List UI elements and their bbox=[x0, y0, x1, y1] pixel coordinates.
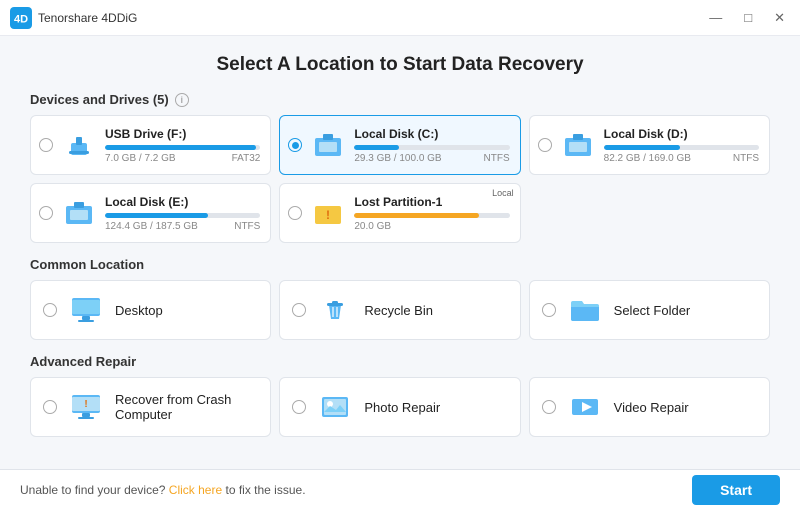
drive-size-lost: 20.0 GB bbox=[354, 221, 509, 232]
lost-partition-icon: ! bbox=[310, 195, 346, 231]
drive-bar-wrap-d bbox=[604, 145, 759, 150]
window-controls: — □ ✕ bbox=[704, 8, 790, 28]
titlebar: 4D Tenorshare 4DDiG — □ ✕ bbox=[0, 0, 800, 36]
local-disk-e-icon bbox=[61, 195, 97, 231]
close-button[interactable]: ✕ bbox=[769, 8, 790, 28]
drive-name-e: Local Disk (E:) bbox=[105, 195, 260, 209]
local-disk-c-icon bbox=[310, 127, 346, 163]
video-label: Video Repair bbox=[614, 400, 689, 415]
maximize-button[interactable]: □ bbox=[739, 8, 757, 27]
drive-radio-c[interactable] bbox=[288, 138, 302, 152]
svg-text:!: ! bbox=[84, 399, 87, 410]
drive-bar-lost bbox=[354, 213, 478, 218]
drive-radio-lost[interactable] bbox=[288, 206, 302, 220]
svg-text:!: ! bbox=[326, 208, 330, 222]
desktop-icon bbox=[67, 291, 105, 329]
drive-name-c: Local Disk (C:) bbox=[354, 127, 509, 141]
drive-card-d[interactable]: Local Disk (D:) 82.2 GB / 169.0 GB NTFS bbox=[529, 115, 770, 175]
drive-info-lost: Lost Partition-1 20.0 GB bbox=[354, 195, 509, 232]
local-badge: Local bbox=[492, 188, 514, 198]
video-repair-icon bbox=[566, 388, 604, 426]
drive-bar-e bbox=[105, 213, 208, 218]
location-card-recycle[interactable]: Recycle Bin bbox=[279, 280, 520, 340]
location-card-desktop[interactable]: Desktop bbox=[30, 280, 271, 340]
recycle-label: Recycle Bin bbox=[364, 303, 433, 318]
drive-card-e[interactable]: Local Disk (E:) 124.4 GB / 187.5 GB NTFS bbox=[30, 183, 271, 243]
footer: Unable to find your device? Click here t… bbox=[0, 469, 800, 509]
drive-grid: USB Drive (F:) 7.0 GB / 7.2 GB FAT32 bbox=[30, 115, 770, 243]
footer-text: Unable to find your device? Click here t… bbox=[20, 483, 306, 497]
common-section-label: Common Location bbox=[30, 257, 770, 272]
drive-bar-wrap-usb bbox=[105, 145, 260, 150]
location-card-crash[interactable]: ! Recover from Crash Computer bbox=[30, 377, 271, 437]
drive-info-c: Local Disk (C:) 29.3 GB / 100.0 GB NTFS bbox=[354, 127, 509, 164]
drive-bar-d bbox=[604, 145, 680, 150]
recycle-bin-icon bbox=[316, 291, 354, 329]
drive-info-d: Local Disk (D:) 82.2 GB / 169.0 GB NTFS bbox=[604, 127, 759, 164]
drive-bar-wrap-e bbox=[105, 213, 260, 218]
drive-bar-wrap-c bbox=[354, 145, 509, 150]
common-location-grid: Desktop Recycle Bin bbox=[30, 280, 770, 340]
advanced-repair-grid: ! Recover from Crash Computer Photo Repa… bbox=[30, 377, 770, 437]
location-radio-video[interactable] bbox=[542, 400, 556, 414]
drive-size-c: 29.3 GB / 100.0 GB NTFS bbox=[354, 153, 509, 164]
location-card-video[interactable]: Video Repair bbox=[529, 377, 770, 437]
drive-name-lost: Lost Partition-1 bbox=[354, 195, 509, 209]
crash-computer-icon: ! bbox=[67, 388, 105, 426]
location-radio-folder[interactable] bbox=[542, 303, 556, 317]
drive-size-d: 82.2 GB / 169.0 GB NTFS bbox=[604, 153, 759, 164]
drive-radio-usb[interactable] bbox=[39, 138, 53, 152]
folder-icon bbox=[566, 291, 604, 329]
drive-bar-wrap-lost bbox=[354, 213, 509, 218]
location-radio-desktop[interactable] bbox=[43, 303, 57, 317]
devices-section-label: Devices and Drives (5) i bbox=[30, 92, 770, 107]
app-logo: 4D Tenorshare 4DDiG bbox=[10, 7, 137, 29]
usb-drive-icon bbox=[61, 127, 97, 163]
main-content: Select A Location to Start Data Recovery… bbox=[0, 36, 800, 469]
drive-info-usb: USB Drive (F:) 7.0 GB / 7.2 GB FAT32 bbox=[105, 127, 260, 164]
drive-name-d: Local Disk (D:) bbox=[604, 127, 759, 141]
footer-link[interactable]: Click here bbox=[169, 483, 222, 497]
drive-bar-usb bbox=[105, 145, 256, 150]
drive-card-lost[interactable]: Local ! Lost Partition-1 20.0 GB bbox=[279, 183, 520, 243]
drive-bar-c bbox=[354, 145, 399, 150]
drive-radio-e[interactable] bbox=[39, 206, 53, 220]
svg-text:4D: 4D bbox=[14, 13, 28, 25]
photo-label: Photo Repair bbox=[364, 400, 440, 415]
location-radio-photo[interactable] bbox=[292, 400, 306, 414]
photo-repair-icon bbox=[316, 388, 354, 426]
start-button[interactable]: Start bbox=[692, 475, 780, 505]
app-logo-icon: 4D bbox=[10, 7, 32, 29]
info-icon[interactable]: i bbox=[175, 93, 189, 107]
drive-radio-d[interactable] bbox=[538, 138, 552, 152]
drive-card-usb[interactable]: USB Drive (F:) 7.0 GB / 7.2 GB FAT32 bbox=[30, 115, 271, 175]
minimize-button[interactable]: — bbox=[704, 8, 727, 27]
page-title: Select A Location to Start Data Recovery bbox=[30, 54, 770, 76]
location-card-photo[interactable]: Photo Repair bbox=[279, 377, 520, 437]
location-radio-recycle[interactable] bbox=[292, 303, 306, 317]
crash-label: Recover from Crash Computer bbox=[115, 392, 258, 422]
drive-name-usb: USB Drive (F:) bbox=[105, 127, 260, 141]
location-card-folder[interactable]: Select Folder bbox=[529, 280, 770, 340]
local-disk-d-icon bbox=[560, 127, 596, 163]
drive-card-c[interactable]: Local Disk (C:) 29.3 GB / 100.0 GB NTFS bbox=[279, 115, 520, 175]
drive-size-usb: 7.0 GB / 7.2 GB FAT32 bbox=[105, 153, 260, 164]
desktop-label: Desktop bbox=[115, 303, 163, 318]
drive-size-e: 124.4 GB / 187.5 GB NTFS bbox=[105, 221, 260, 232]
advanced-section-label: Advanced Repair bbox=[30, 354, 770, 369]
select-folder-label: Select Folder bbox=[614, 303, 691, 318]
app-title: Tenorshare 4DDiG bbox=[38, 11, 137, 25]
location-radio-crash[interactable] bbox=[43, 400, 57, 414]
drive-info-e: Local Disk (E:) 124.4 GB / 187.5 GB NTFS bbox=[105, 195, 260, 232]
